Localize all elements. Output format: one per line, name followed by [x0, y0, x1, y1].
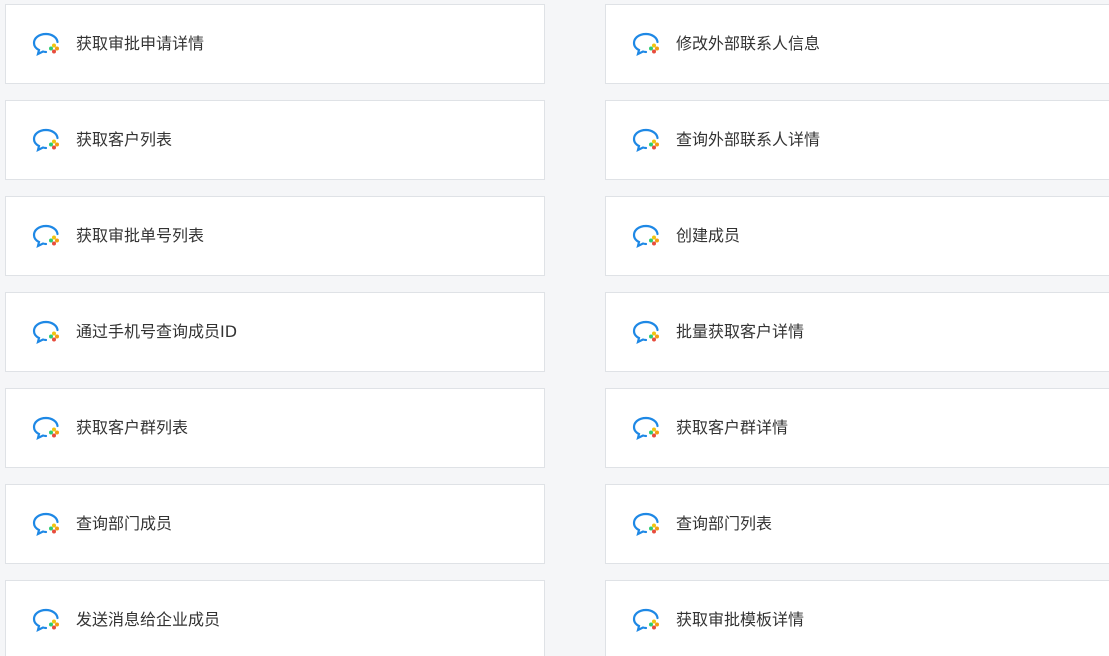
wecom-chat-icon — [32, 128, 59, 153]
wecom-chat-icon — [32, 416, 59, 441]
action-card[interactable]: 获取审批模板详情 — [605, 580, 1109, 656]
wecom-chat-icon — [632, 608, 659, 633]
action-card[interactable]: 查询部门成员 — [5, 484, 545, 564]
action-list-page: 获取审批申请详情 修改外部联系人信息 获取客户列表 查询外部联系人详情 获取审批… — [0, 0, 1109, 656]
action-card[interactable]: 查询外部联系人详情 — [605, 100, 1109, 180]
action-card[interactable]: 查询部门列表 — [605, 484, 1109, 564]
action-card-label: 发送消息给企业成员 — [76, 610, 221, 629]
action-card-label: 获取客户群详情 — [676, 418, 789, 437]
wecom-chat-icon — [32, 320, 59, 345]
wecom-chat-icon — [632, 128, 659, 153]
action-card[interactable]: 获取客户群列表 — [5, 388, 545, 468]
action-card-label: 创建成员 — [676, 226, 741, 245]
wecom-chat-icon — [632, 224, 659, 249]
action-card[interactable]: 创建成员 — [605, 196, 1109, 276]
wecom-chat-icon — [632, 32, 659, 57]
wecom-chat-icon — [32, 608, 59, 633]
wecom-chat-icon — [32, 32, 59, 57]
action-card-label: 查询外部联系人详情 — [676, 130, 821, 149]
action-card-label: 查询部门成员 — [76, 514, 173, 533]
action-card-label: 获取审批申请详情 — [76, 34, 205, 53]
wecom-chat-icon — [632, 512, 659, 537]
action-card-label: 获取客户列表 — [76, 130, 173, 149]
action-card[interactable]: 获取审批单号列表 — [5, 196, 545, 276]
wecom-chat-icon — [632, 320, 659, 345]
action-card-label: 获取客户群列表 — [76, 418, 189, 437]
action-card[interactable]: 通过手机号查询成员ID — [5, 292, 545, 372]
action-card[interactable]: 批量获取客户详情 — [605, 292, 1109, 372]
action-card[interactable]: 发送消息给企业成员 — [5, 580, 545, 656]
action-card[interactable]: 获取客户群详情 — [605, 388, 1109, 468]
action-card[interactable]: 获取审批申请详情 — [5, 4, 545, 84]
action-card-label: 批量获取客户详情 — [676, 322, 805, 341]
action-card-label: 获取审批单号列表 — [76, 226, 205, 245]
action-card-label: 通过手机号查询成员ID — [76, 322, 238, 341]
action-card-grid: 获取审批申请详情 修改外部联系人信息 获取客户列表 查询外部联系人详情 获取审批… — [5, 4, 1109, 656]
wecom-chat-icon — [632, 416, 659, 441]
wecom-chat-icon — [32, 512, 59, 537]
action-card-label: 修改外部联系人信息 — [676, 34, 821, 53]
action-card-label: 获取审批模板详情 — [676, 610, 805, 629]
wecom-chat-icon — [32, 224, 59, 249]
action-card[interactable]: 修改外部联系人信息 — [605, 4, 1109, 84]
action-card[interactable]: 获取客户列表 — [5, 100, 545, 180]
action-card-label: 查询部门列表 — [676, 514, 773, 533]
